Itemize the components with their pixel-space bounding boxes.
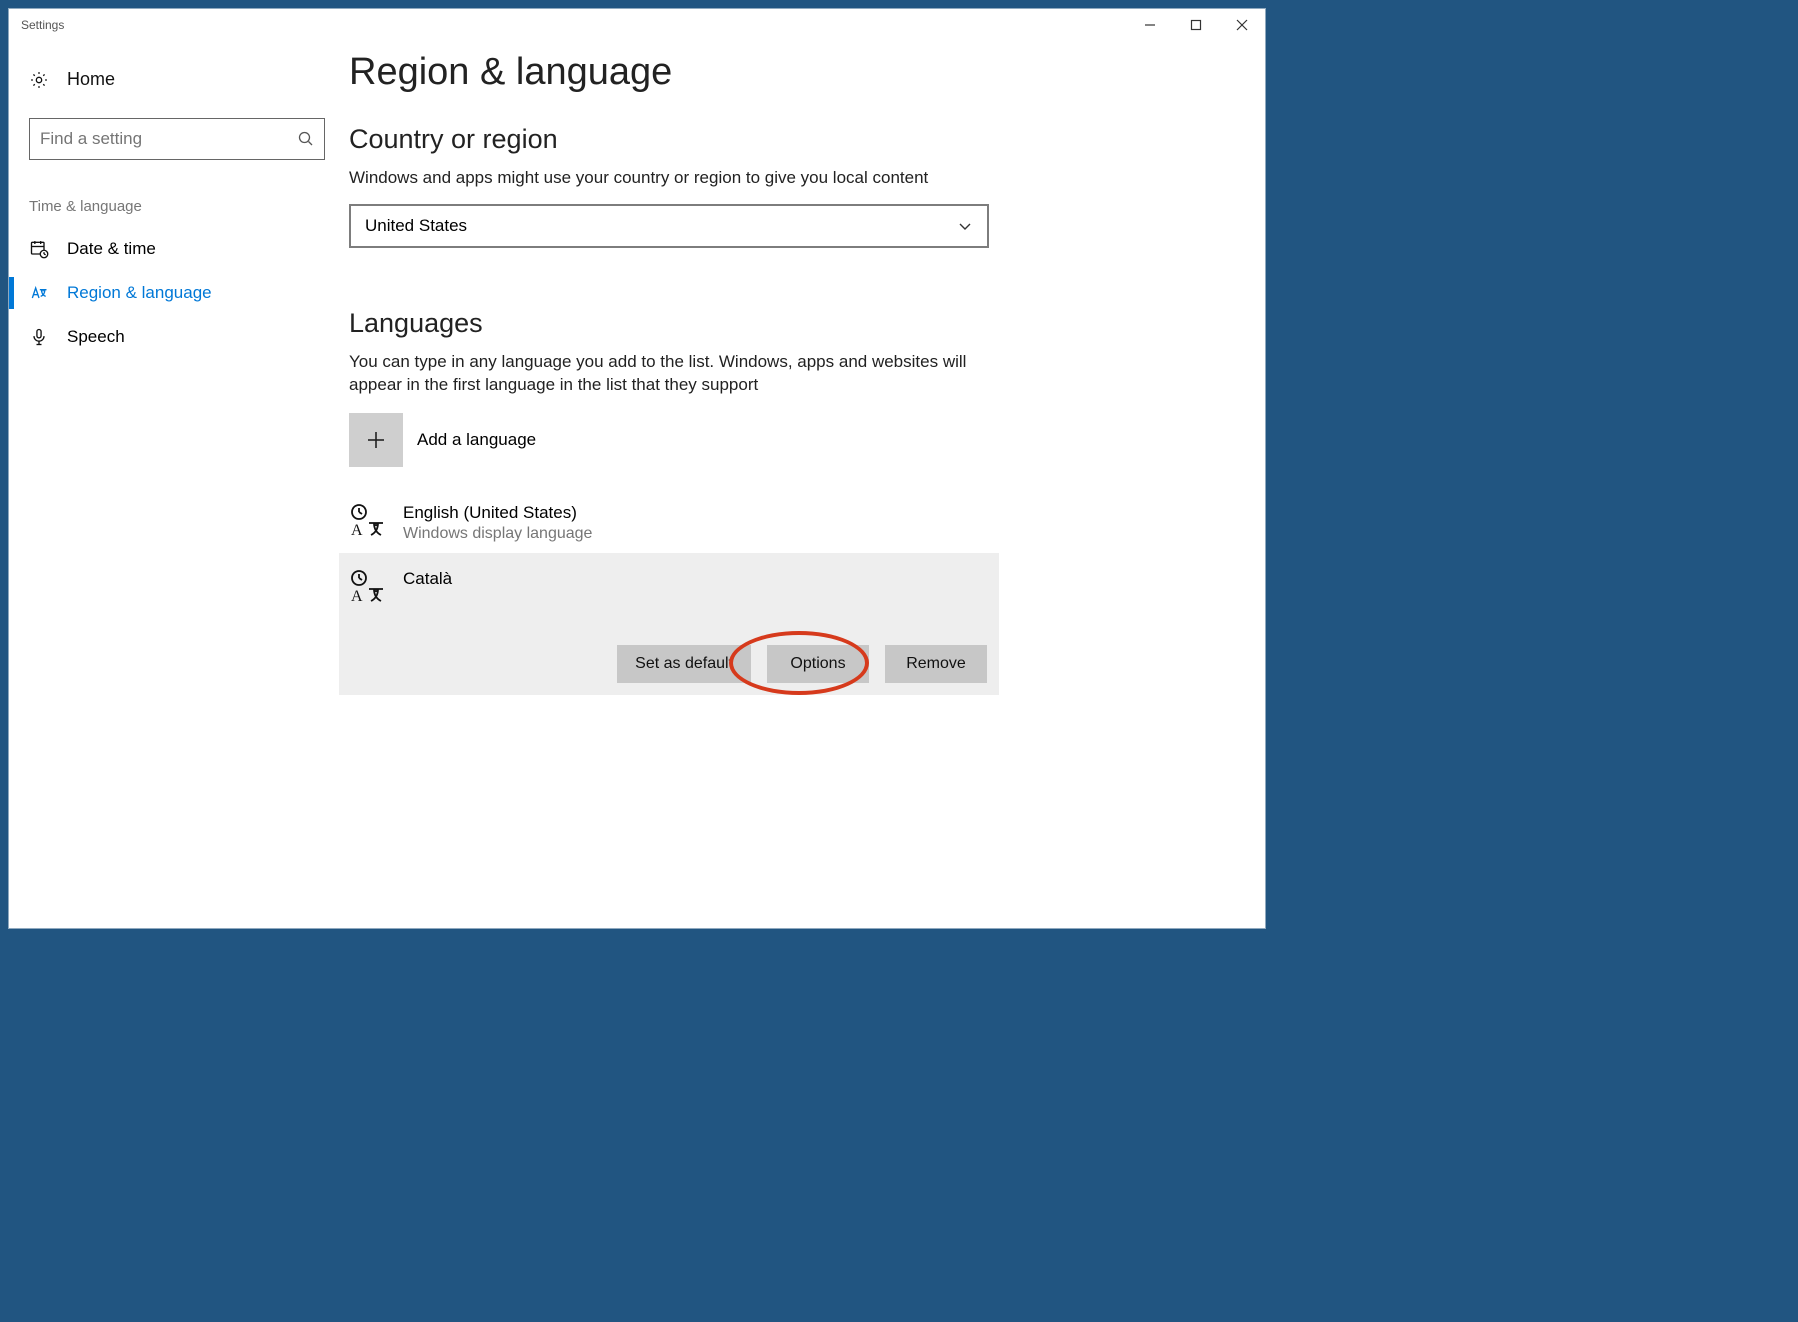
main-pane: Region & language Country or region Wind… [339,41,1265,928]
section-heading-region: Country or region [349,124,1235,155]
set-as-default-button[interactable]: Set as default [617,645,751,683]
region-description: Windows and apps might use your country … [349,167,989,190]
sidebar-item-region-language[interactable]: Region & language [9,271,339,315]
sidebar-home-label: Home [67,69,115,90]
gear-icon [29,70,49,90]
page-title: Region & language [349,51,1235,94]
add-language-button [349,413,403,467]
languages-description: You can type in any language you add to … [349,351,989,397]
language-icon [29,283,49,303]
svg-text:A: A [351,522,363,539]
language-row-english[interactable]: A English (United States) Windows displa… [349,493,1009,553]
sidebar: Home Time & language Date & time Reg [9,41,339,928]
search-icon [298,131,314,147]
language-actions: Set as default Options Remove [349,645,987,683]
sidebar-item-date-time[interactable]: Date & time [9,227,339,271]
plus-icon [364,428,388,452]
language-subtext: Windows display language [403,525,592,543]
language-row-catala[interactable]: A Català Set as default Options Remove [339,553,999,695]
microphone-icon [29,327,49,347]
section-heading-languages: Languages [349,308,1235,339]
sidebar-home[interactable]: Home [9,59,339,100]
sidebar-item-speech[interactable]: Speech [9,315,339,359]
language-glyph-icon: A [349,569,389,605]
search-input-wrap[interactable] [29,118,325,160]
titlebar: Settings [9,9,1265,41]
window-title: Settings [21,18,64,32]
chevron-down-icon [957,218,973,234]
maximize-button[interactable] [1173,9,1219,41]
minimize-button[interactable] [1127,9,1173,41]
language-glyph-icon: A [349,503,389,539]
search-input[interactable] [40,129,298,149]
region-dropdown[interactable]: United States [349,204,989,248]
region-selected-value: United States [365,216,467,236]
options-button[interactable]: Options [767,645,869,683]
sidebar-item-label: Speech [67,327,125,347]
language-name: Català [403,569,452,589]
svg-text:A: A [351,588,363,605]
settings-window: Settings Home Time & [8,8,1266,929]
sidebar-item-label: Region & language [67,283,212,303]
add-language-label: Add a language [417,430,536,450]
calendar-clock-icon [29,239,49,259]
sidebar-item-label: Date & time [67,239,156,259]
add-language-row[interactable]: Add a language [349,413,1235,467]
language-name: English (United States) [403,503,592,523]
remove-button[interactable]: Remove [885,645,987,683]
close-button[interactable] [1219,9,1265,41]
sidebar-section-label: Time & language [9,188,339,227]
